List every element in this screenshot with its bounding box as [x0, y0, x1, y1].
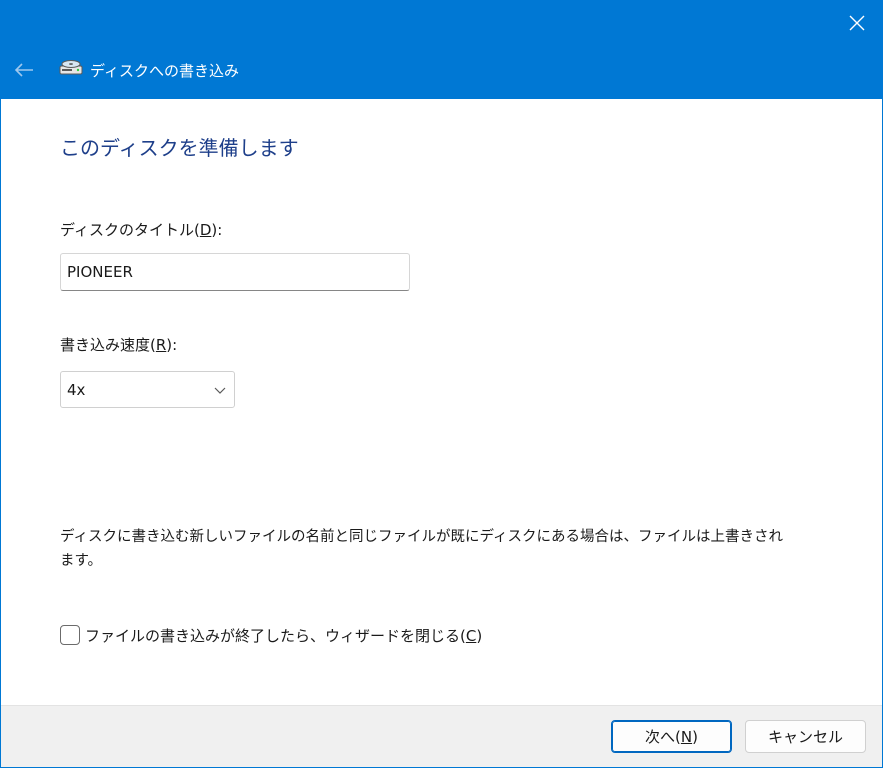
title-bar: ディスクへの書き込み	[1, 1, 882, 99]
close-wizard-checkbox-label: ファイルの書き込みが終了したら、ウィザードを閉じる(C)	[85, 626, 483, 645]
cancel-button[interactable]: キャンセル	[745, 720, 866, 753]
close-button[interactable]	[840, 7, 874, 39]
write-speed-select[interactable]: 4x	[60, 371, 235, 408]
page-heading: このディスクを準備します	[60, 136, 299, 160]
disc-title-label: ディスクのタイトル(D):	[60, 221, 223, 239]
burn-disc-wizard-window: ディスクへの書き込み このディスクを準備します ディスクのタイトル(D): 書き…	[0, 0, 883, 768]
window-title: ディスクへの書き込み	[90, 62, 239, 80]
button-bar: 次へ(N) キャンセル	[1, 705, 882, 767]
disc-title-input[interactable]	[60, 253, 410, 291]
back-button[interactable]	[9, 55, 39, 85]
close-wizard-checkbox[interactable]	[60, 625, 80, 645]
wizard-content: このディスクを準備します ディスクのタイトル(D): 書き込み速度(R): 4x…	[1, 99, 882, 705]
close-wizard-option[interactable]: ファイルの書き込みが終了したら、ウィザードを閉じる(C)	[60, 623, 482, 647]
close-icon	[849, 15, 865, 31]
overwrite-info-text: ディスクに書き込む新しいファイルの名前と同じファイルが既にディスクにある場合は、…	[60, 529, 783, 569]
next-button[interactable]: 次へ(N)	[611, 720, 732, 753]
write-speed-value: 4x	[67, 381, 86, 399]
write-speed-label: 書き込み速度(R):	[60, 336, 178, 354]
disc-drive-icon	[59, 60, 83, 75]
back-arrow-icon	[14, 63, 33, 77]
chevron-down-icon	[214, 387, 226, 394]
